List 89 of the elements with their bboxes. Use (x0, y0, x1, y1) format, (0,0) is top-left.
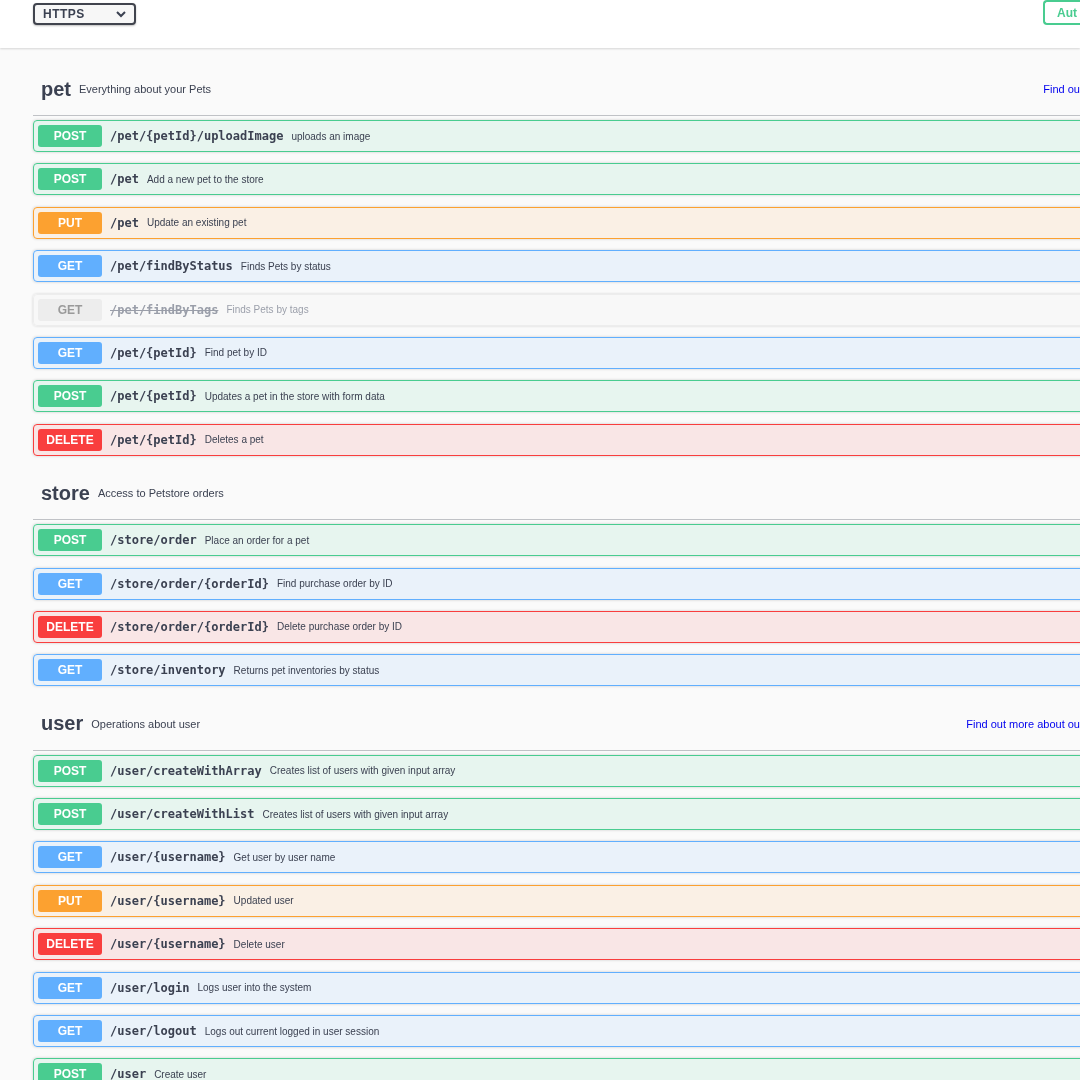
endpoint-summary: Returns pet inventories by status (233, 664, 380, 676)
endpoint-path: /store/order/{orderId} (110, 619, 269, 634)
find-out-more-link[interactable]: Find out more about ou (966, 717, 1080, 730)
http-method-label: POST (38, 1063, 102, 1080)
endpoint-summary: Add a new pet to the store (146, 173, 264, 185)
http-method-label: DELETE (38, 615, 102, 638)
http-method-label: POST (38, 529, 102, 552)
operation-row[interactable]: PUT /pet Update an existing pet (33, 206, 1080, 239)
http-method-label: GET (38, 659, 102, 682)
http-method-label: DELETE (38, 428, 102, 451)
endpoint-summary: Finds Pets by tags (226, 304, 309, 316)
endpoint-path: /pet/{petId} (110, 345, 197, 360)
endpoint-path: /user/{username} (110, 893, 226, 908)
endpoint-path: /pet (110, 215, 139, 230)
endpoint-path: /pet/{petId} (110, 389, 197, 404)
operation-row[interactable]: DELETE /user/{username} Delete user (33, 928, 1080, 961)
operation-row[interactable]: GET /pet/findByStatus Finds Pets by status (33, 250, 1080, 283)
operation-row[interactable]: PUT /user/{username} Updated user (33, 884, 1080, 917)
endpoint-summary: Delete purchase order by ID (276, 621, 403, 633)
endpoint-summary: Place an order for a pet (204, 534, 310, 546)
http-method-label: GET (38, 255, 102, 278)
endpoint-summary: Get user by user name (233, 851, 336, 863)
endpoint-summary: Update an existing pet (146, 217, 247, 229)
endpoint-path: /user/logout (110, 1024, 197, 1039)
endpoint-summary: Updated user (233, 895, 294, 907)
endpoint-summary: Delete user (233, 938, 285, 950)
endpoint-summary: Find pet by ID (204, 347, 267, 359)
http-method-label: GET (38, 846, 102, 869)
endpoint-summary: Create user (154, 1068, 207, 1080)
endpoint-path: /user/{username} (110, 850, 226, 865)
endpoint-summary: Creates list of users with given input array (262, 808, 449, 820)
operation-row[interactable]: DELETE /pet/{petId} Deletes a pet (33, 423, 1080, 456)
endpoint-summary: Deletes a pet (204, 434, 264, 446)
endpoint-path: /user/createWithList (110, 807, 255, 822)
endpoint-path: /store/order/{orderId} (110, 576, 269, 591)
operation-row[interactable]: GET /store/inventory Returns pet inventories by status (33, 654, 1080, 687)
http-method-label: GET (38, 572, 102, 595)
endpoint-path: /pet/{petId} (110, 432, 197, 447)
endpoint-summary: Updates a pet in the store with form data (204, 390, 385, 402)
operation-row[interactable]: GET /user/logout Logs out current logged in user session (33, 1015, 1080, 1048)
endpoint-summary: Logs out current logged in user session (204, 1025, 380, 1037)
operation-row[interactable]: DELETE /store/order/{orderId} Delete purchase order by ID (33, 610, 1080, 643)
operation-row[interactable]: GET /user/{username} Get user by user name (33, 841, 1080, 874)
http-method-label: GET (38, 298, 102, 321)
section-title: pet (41, 77, 71, 101)
http-method-label: PUT (38, 889, 102, 912)
operation-row[interactable]: POST /store/order Place an order for a pet (33, 524, 1080, 557)
operation-row[interactable]: GET /user/login Logs user into the system (33, 971, 1080, 1004)
endpoint-summary: Logs user into the system (197, 982, 312, 994)
endpoint-path: /store/order (110, 533, 197, 548)
endpoint-path: /user/createWithArray (110, 763, 262, 778)
operation-row[interactable]: POST /user/createWithArray Creates list of users with given input array (33, 754, 1080, 787)
endpoint-path: /pet/findByTags (110, 302, 219, 317)
http-method-label: POST (38, 759, 102, 782)
endpoint-summary: Find purchase order by ID (276, 578, 393, 589)
endpoint-path: /user (110, 1067, 147, 1080)
endpoint-summary: Finds Pets by status (240, 260, 331, 272)
endpoint-path: /user/{username} (110, 937, 226, 952)
operation-row[interactable]: POST /user Create user (33, 1058, 1080, 1080)
section-title: store (41, 481, 90, 505)
operation-row[interactable]: POST /pet/{petId} Updates a pet in the store with form data (33, 380, 1080, 413)
operation-row[interactable]: POST /pet Add a new pet to the store (33, 163, 1080, 196)
section-description: Everything about your Pets (79, 83, 212, 95)
http-method-label: DELETE (38, 933, 102, 956)
operation-row[interactable]: POST /pet/{petId}/uploadImage uploads an image (33, 120, 1080, 152)
endpoint-path: /user/login (110, 980, 190, 995)
chevron-down-icon (116, 10, 126, 18)
http-method-label: GET (38, 341, 102, 364)
operation-row[interactable]: GET /store/order/{orderId} Find purchase order by ID (33, 567, 1080, 600)
endpoint-path: /pet/{petId}/uploadImage (110, 129, 284, 143)
find-out-more-link[interactable]: Find ou (1043, 83, 1080, 95)
http-method-label: GET (38, 1020, 102, 1043)
section-description: Operations about user (91, 717, 201, 730)
endpoint-path: /pet (110, 172, 139, 187)
endpoint-path: /store/inventory (110, 663, 226, 678)
operation-row[interactable]: POST /user/createWithList Creates list of users with given input array (33, 798, 1080, 831)
http-method-label: POST (38, 125, 102, 147)
http-method-label: POST (38, 803, 102, 826)
section-title: user (41, 712, 84, 736)
http-method-label: POST (38, 168, 102, 191)
http-method-label: PUT (38, 211, 102, 234)
section-description: Access to Petstore orders (97, 487, 224, 500)
http-method-label: POST (38, 385, 102, 408)
endpoint-path: /pet/findByStatus (110, 259, 233, 274)
http-method-label: GET (38, 976, 102, 999)
endpoint-summary: Creates list of users with given input array (269, 765, 456, 777)
scheme-select[interactable]: HTTPS (33, 3, 136, 25)
endpoint-summary: uploads an image (291, 130, 371, 142)
operation-row[interactable]: GET /pet/{petId} Find pet by ID (33, 336, 1080, 369)
